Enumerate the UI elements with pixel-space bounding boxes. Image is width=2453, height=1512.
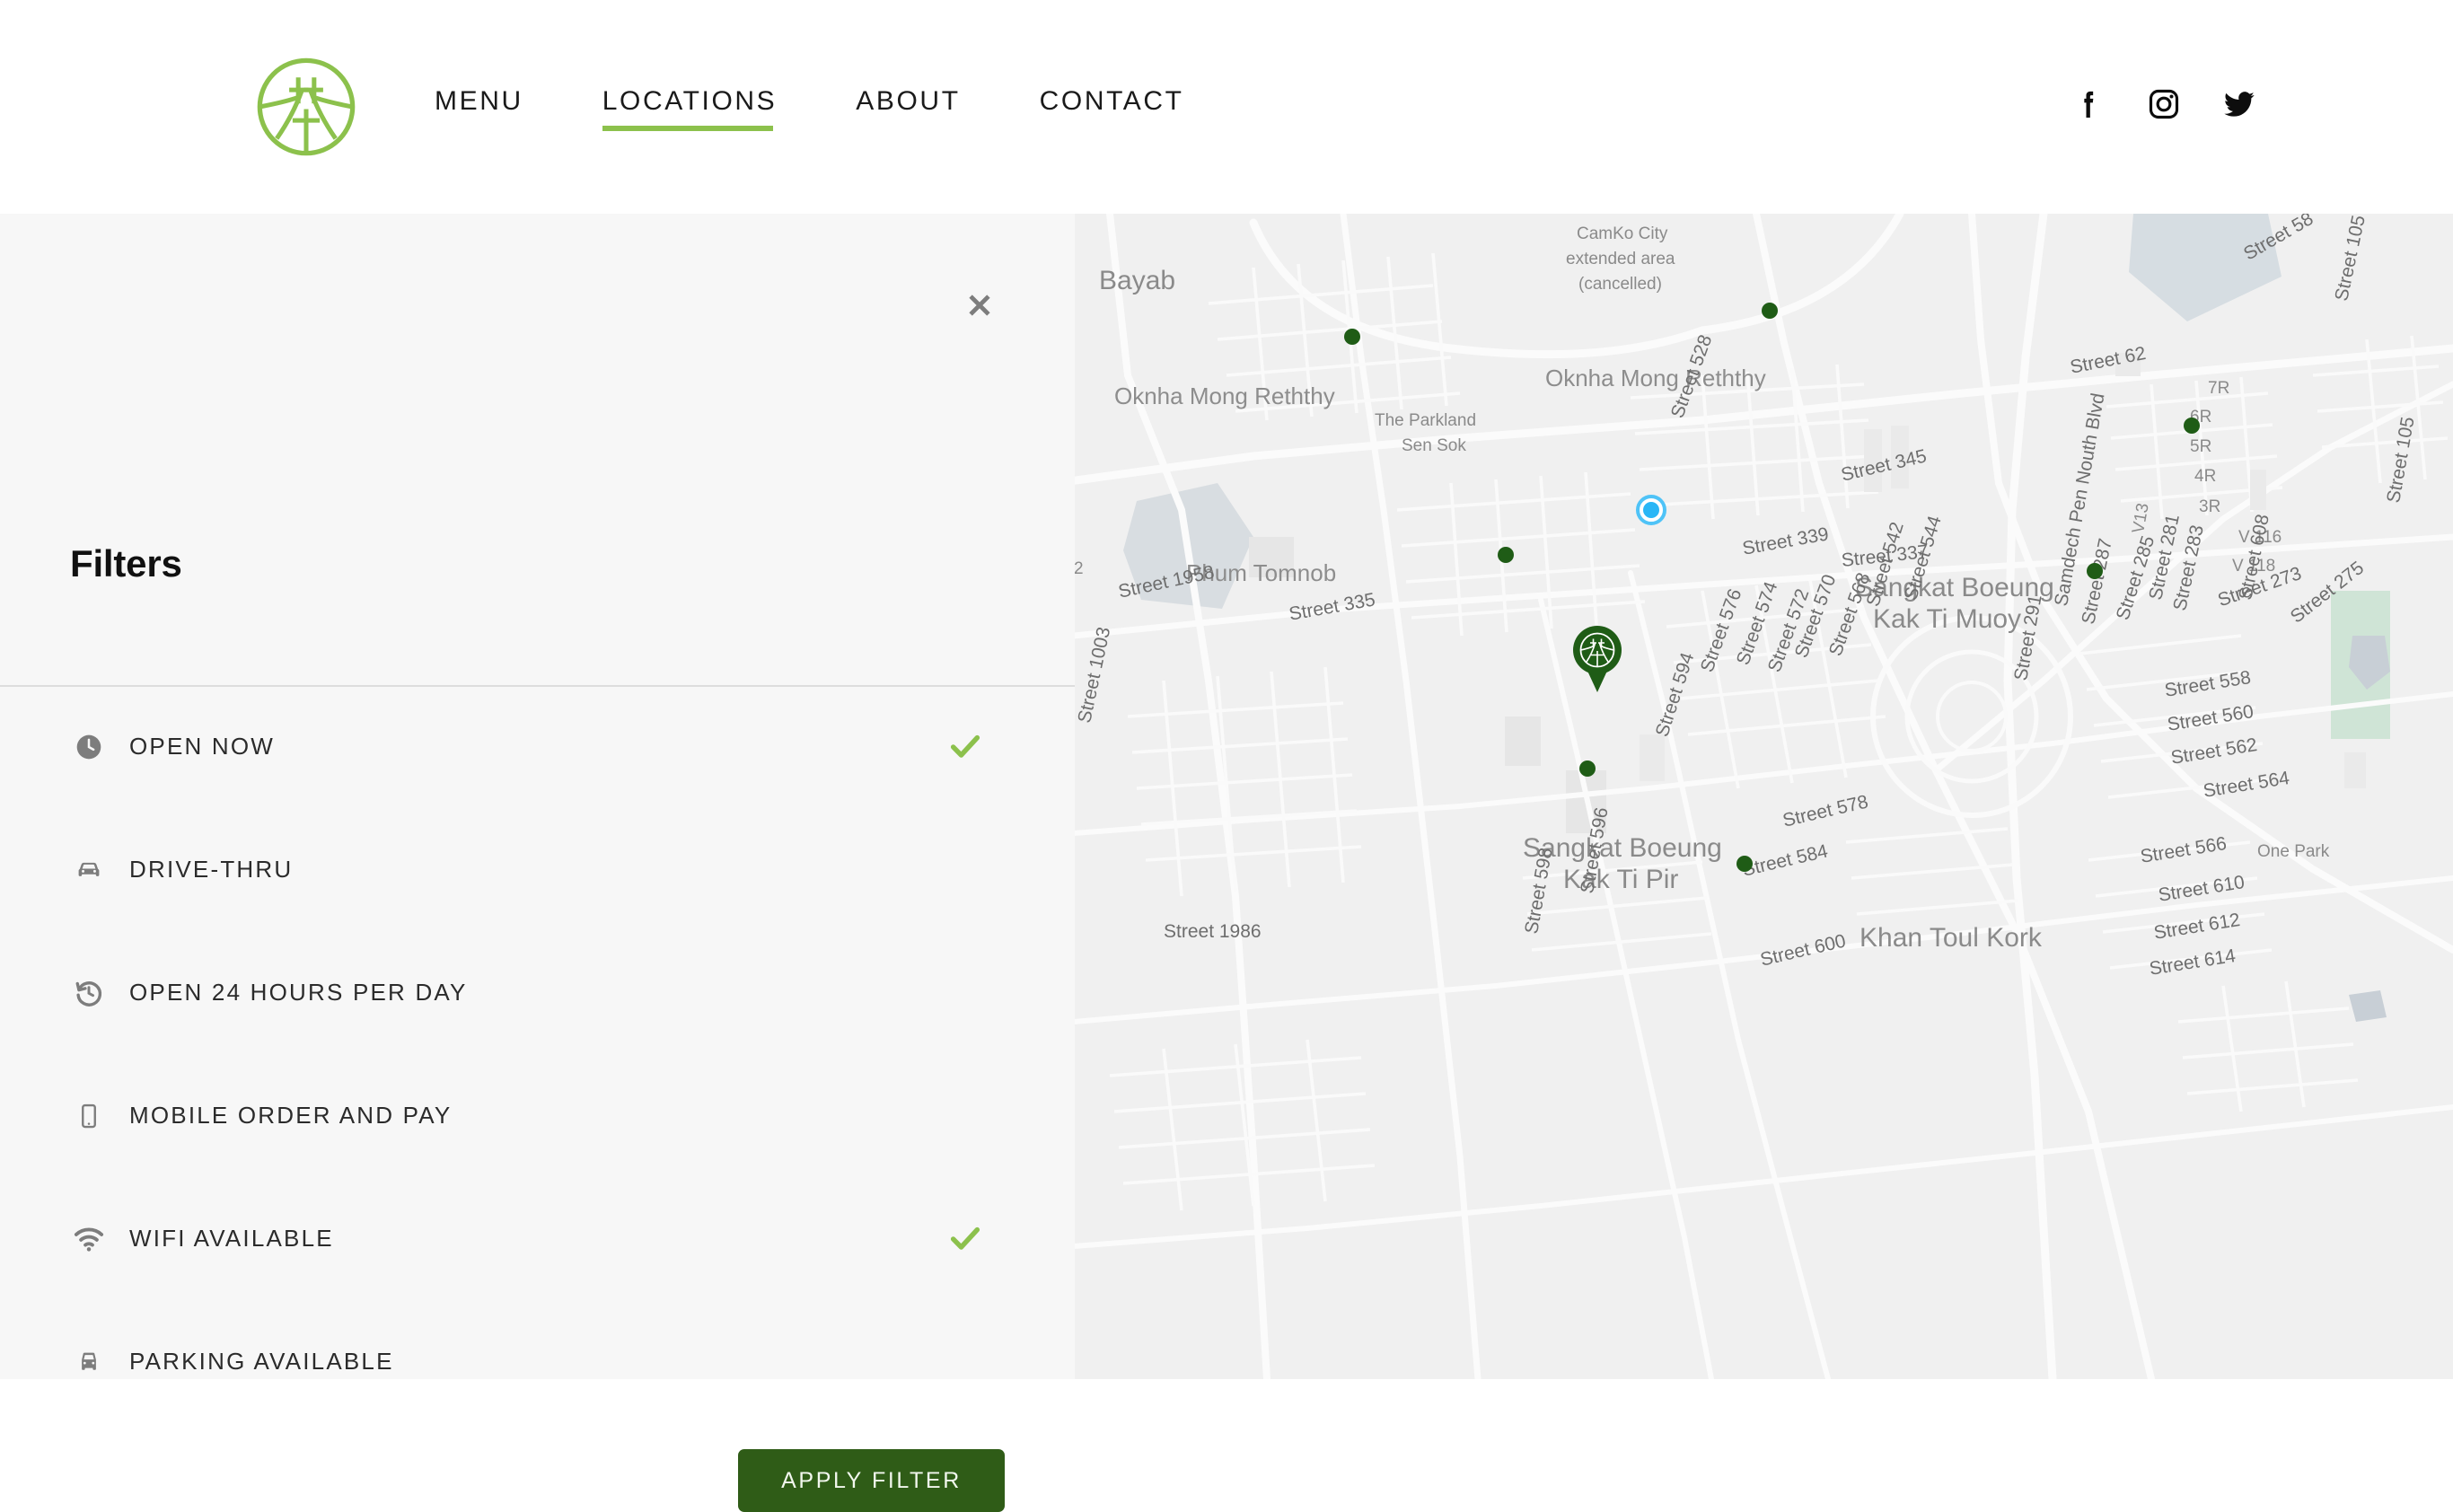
filter-label: PARKING AVAILABLE (129, 1348, 394, 1375)
instagram-icon[interactable] (2146, 86, 2182, 122)
facebook-icon[interactable] (2071, 86, 2106, 122)
store-dot-marker[interactable] (2184, 418, 2200, 434)
filter-row-parking-available[interactable]: PARKING AVAILABLE (0, 1300, 1075, 1423)
filter-list: OPEN NOW DRIVE-THRU OPEN 24 HOURS PER DA… (0, 685, 1075, 1423)
filter-label: OPEN 24 HOURS PER DAY (129, 979, 468, 1006)
selected-store-pin-icon (1573, 626, 1622, 692)
user-location-core (1643, 502, 1659, 518)
twitter-icon[interactable] (2221, 86, 2257, 122)
filter-row-open-24-hours[interactable]: OPEN 24 HOURS PER DAY (0, 931, 1075, 1054)
nav-item-contact[interactable]: CONTACT (1040, 86, 1184, 131)
filter-row-drive-thru[interactable]: DRIVE-THRU (0, 808, 1075, 931)
filter-label: WIFI AVAILABLE (129, 1225, 334, 1252)
store-dot-marker[interactable] (1579, 760, 1596, 777)
wifi-icon (70, 1220, 108, 1258)
locations-map[interactable]: BayabStreetCamKo Cityextended area(cance… (1074, 214, 2453, 1379)
filter-label: DRIVE-THRU (129, 856, 294, 883)
map-roads (1074, 214, 2453, 1379)
filters-panel: Filters OPEN NOW DRIVE-THRU OPEN 24 HOUR… (0, 214, 1075, 1512)
filter-row-open-now[interactable]: OPEN NOW (0, 685, 1075, 808)
filter-check-icon (947, 728, 985, 766)
close-filters-button[interactable] (960, 286, 999, 325)
history-icon (70, 974, 108, 1012)
selected-store-pin[interactable] (1570, 624, 1624, 692)
user-location-dot (1636, 495, 1666, 525)
store-dot-marker[interactable] (1762, 303, 1778, 319)
car-icon (70, 851, 108, 889)
parking-car-icon (70, 1343, 108, 1381)
filter-label: OPEN NOW (129, 733, 276, 760)
page-title: Filters (70, 542, 182, 585)
filter-row-mobile-order-and-pay[interactable]: MOBILE ORDER AND PAY (0, 1054, 1075, 1177)
store-dot-marker[interactable] (1498, 547, 1514, 563)
phone-icon (70, 1097, 108, 1135)
store-dot-marker[interactable] (1344, 329, 1360, 345)
brand-logo[interactable] (250, 50, 363, 163)
brand-logo-icon (257, 57, 356, 156)
filter-label: MOBILE ORDER AND PAY (129, 1102, 453, 1129)
apply-filter-button[interactable]: APPLY FILTER (738, 1449, 1005, 1512)
store-dot-marker[interactable] (1736, 856, 1753, 872)
site-header: MENU LOCATIONS ABOUT CONTACT (0, 0, 2453, 214)
social-links (2071, 86, 2257, 122)
store-dot-marker[interactable] (2087, 563, 2103, 579)
nav-item-about[interactable]: ABOUT (856, 86, 960, 131)
filter-row-wifi-available[interactable]: WIFI AVAILABLE (0, 1177, 1075, 1300)
close-icon (969, 294, 990, 316)
filter-check-icon (947, 1220, 985, 1258)
main-nav: MENU LOCATIONS ABOUT CONTACT (435, 86, 1184, 131)
nav-item-locations[interactable]: LOCATIONS (602, 86, 778, 131)
nav-item-menu[interactable]: MENU (435, 86, 523, 131)
clock-icon (70, 728, 108, 766)
